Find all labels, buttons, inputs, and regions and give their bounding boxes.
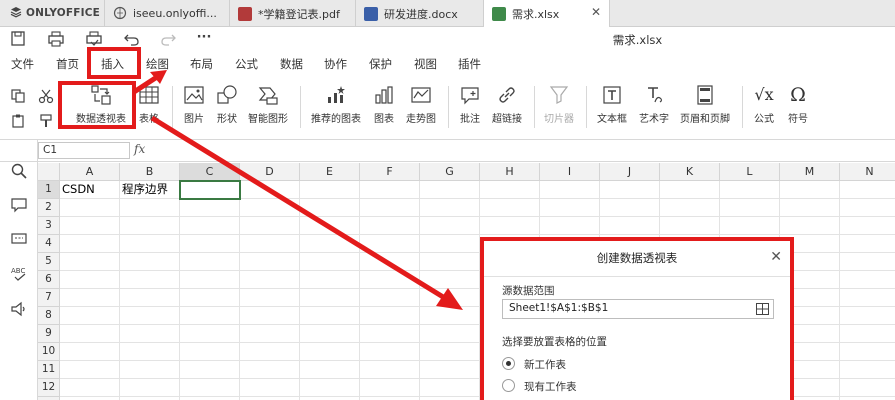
arrow-to-dialog: [150, 115, 450, 303]
annotation-arrows: [132, 70, 463, 310]
app-window: ONLYOFFICE iseeu.onlyoffi... *学籍登记表.pdf …: [0, 0, 895, 400]
arrow-head-dialog: [436, 288, 463, 310]
